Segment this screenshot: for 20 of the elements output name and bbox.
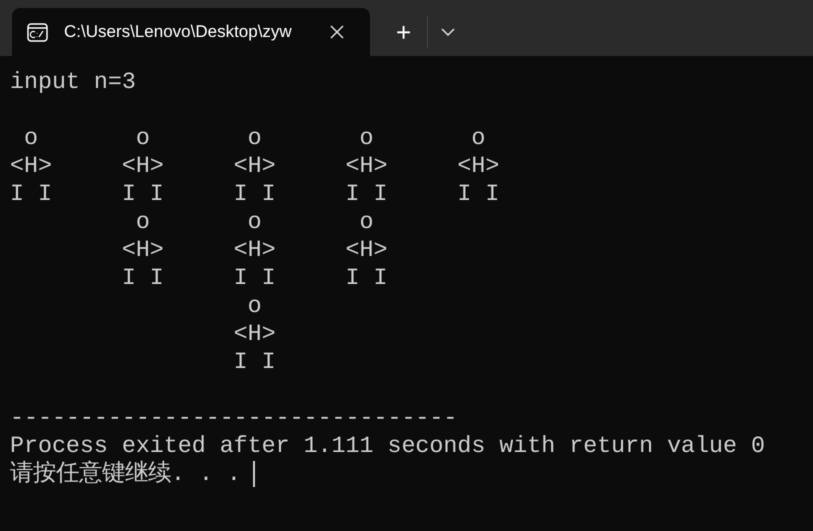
console-output-line: I I I I I I: [120, 264, 388, 292]
text-cursor: [252, 461, 255, 487]
console-output-line: o o o o o: [22, 124, 486, 152]
console-output-line: --------------------------------: [10, 404, 458, 432]
console-output-line: I I I I I I I I I I: [10, 180, 500, 208]
dropdown-chevron-icon[interactable]: [441, 28, 456, 36]
new-tab-button[interactable]: +: [392, 19, 416, 45]
console-output-line: o: [246, 292, 262, 320]
console-output-line: <H>: [232, 320, 276, 348]
console-output-line: <H> <H> <H>: [120, 236, 388, 264]
console-icon: [27, 22, 48, 42]
tab-title: C:\Users\Lenovo\Desktop\zyw: [64, 21, 293, 44]
console-output-line: 请按任意键继续. . .: [10, 460, 241, 488]
terminal-tab[interactable]: C:\Users\Lenovo\Desktop\zyw: [12, 8, 370, 56]
console-output-line: <H> <H> <H> <H> <H>: [10, 152, 500, 180]
console-output-line: o o o: [134, 208, 374, 236]
close-icon[interactable]: [330, 25, 344, 39]
console-output-line: I I: [232, 348, 276, 376]
console-output-line: input n=3: [10, 68, 136, 96]
console-output-line: Process exited after 1.111 seconds with return value 0: [10, 432, 765, 460]
